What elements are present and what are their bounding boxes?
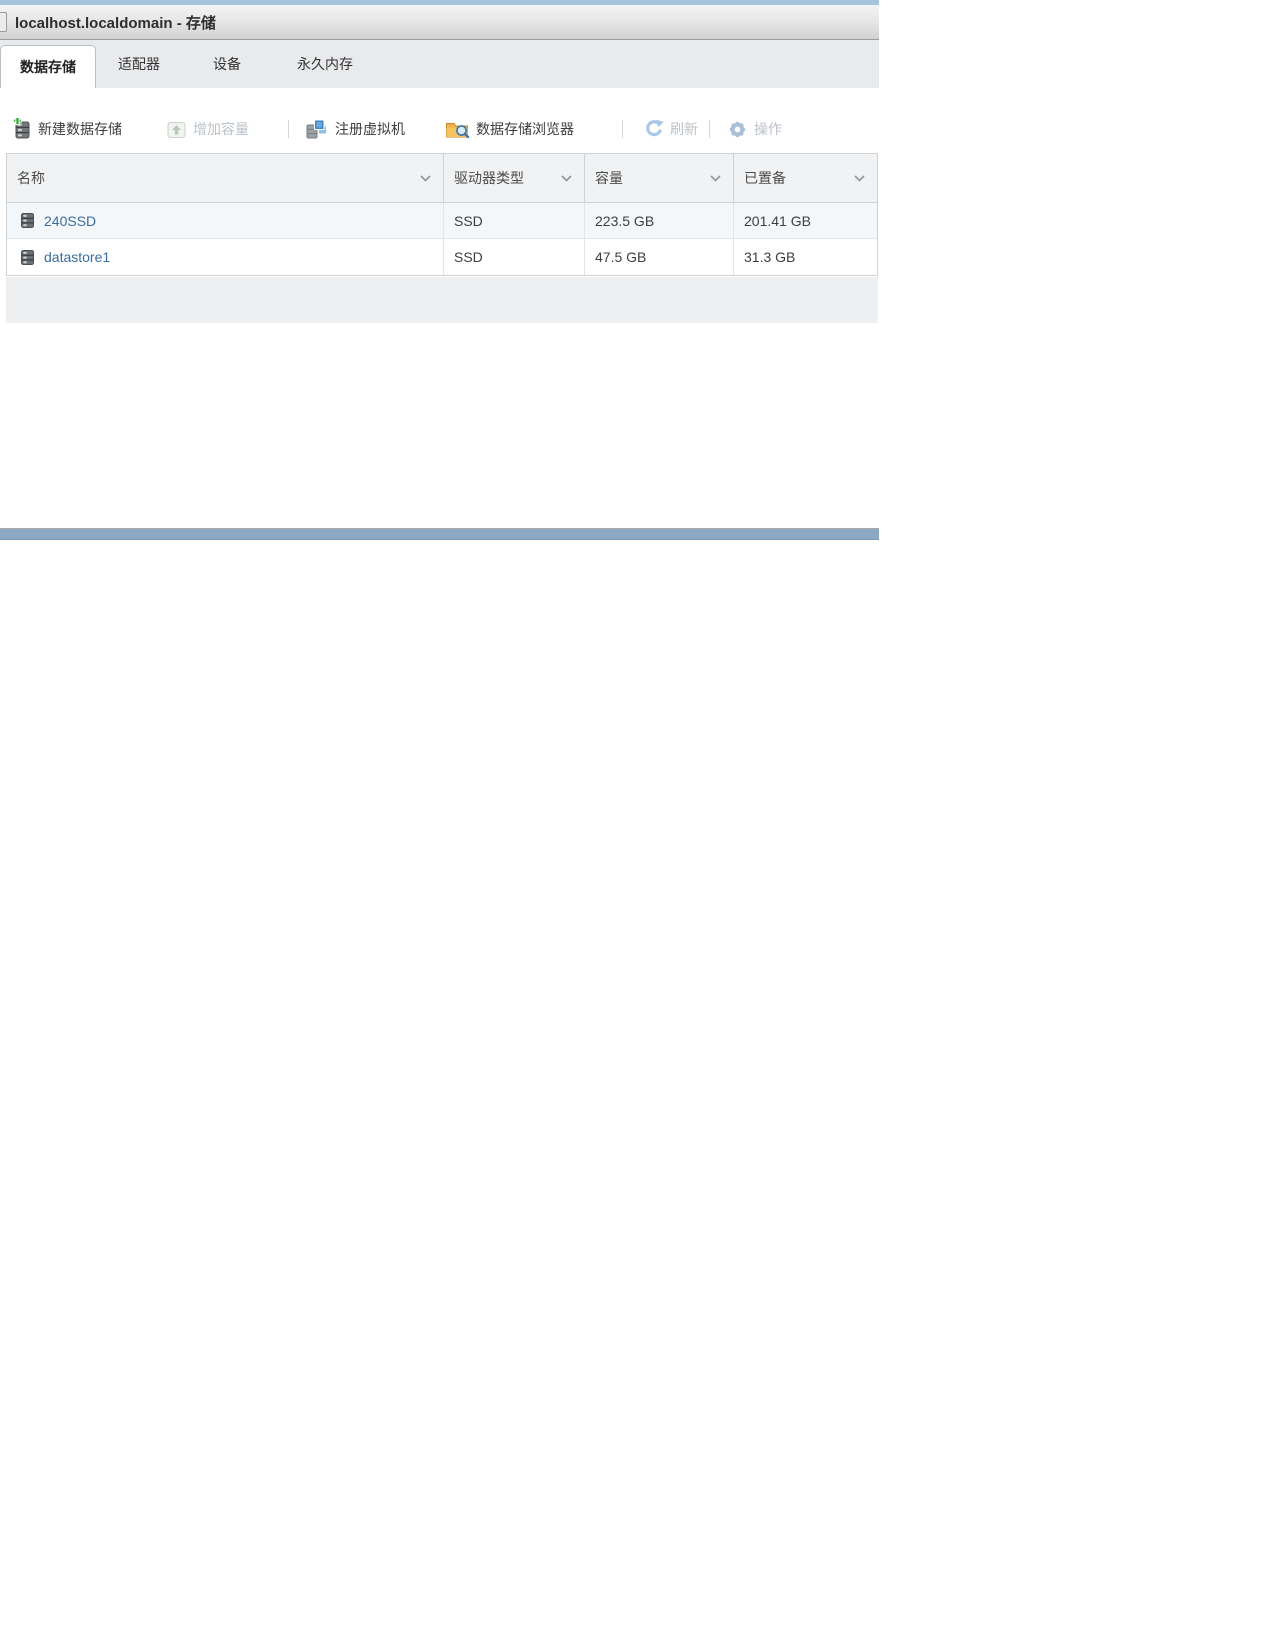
datastore-icon bbox=[19, 249, 36, 266]
toolbar-button-label: 注册虚拟机 bbox=[335, 121, 405, 137]
column-header-capacity[interactable]: 容量 bbox=[585, 154, 734, 202]
drive-type-cell: SSD bbox=[444, 203, 585, 238]
datastore-link[interactable]: 240SSD bbox=[44, 213, 96, 229]
table-row[interactable]: 240SSD SSD 223.5 GB 201.41 GB bbox=[7, 203, 877, 239]
tab-persistent-memory[interactable]: 永久内存 bbox=[297, 40, 353, 88]
table-header-row: 名称 驱动器类型 容量 已置备 bbox=[7, 154, 877, 203]
tab-label: 数据存储 bbox=[20, 59, 76, 75]
toolbar-button-label: 操作 bbox=[754, 121, 782, 137]
chevron-down-icon[interactable] bbox=[561, 174, 572, 182]
chevron-down-icon[interactable] bbox=[854, 174, 865, 182]
new-datastore-icon bbox=[10, 118, 32, 140]
provisioned-cell: 201.41 GB bbox=[744, 212, 811, 229]
new-datastore-button[interactable]: 新建数据存储 bbox=[10, 112, 122, 146]
refresh-button[interactable]: 刷新 bbox=[644, 112, 698, 146]
panel-splitter[interactable] bbox=[0, 528, 879, 540]
column-header-drive-type[interactable]: 驱动器类型 bbox=[444, 154, 585, 202]
tab-label: 适配器 bbox=[118, 56, 160, 72]
drive-type-cell: SSD bbox=[444, 239, 585, 275]
chevron-down-icon[interactable] bbox=[420, 174, 431, 182]
capacity-cell: 223.5 GB bbox=[585, 203, 734, 238]
esxi-storage-screen: localhost.localdomain - 存储 数据存储 适配器 设备 永… bbox=[0, 0, 1279, 1643]
register-vm-icon bbox=[305, 118, 329, 140]
datastore-browser-button[interactable]: 数据存储浏览器 bbox=[445, 112, 574, 146]
column-header-provisioned[interactable]: 已置备 bbox=[734, 154, 877, 202]
toolbar-button-label: 数据存储浏览器 bbox=[476, 121, 574, 137]
tab-label: 设备 bbox=[213, 56, 241, 72]
toolbar-separator bbox=[288, 120, 289, 138]
column-label: 容量 bbox=[595, 170, 623, 186]
actions-button[interactable]: 操作 bbox=[727, 112, 782, 146]
titlebar: localhost.localdomain - 存储 bbox=[0, 5, 879, 40]
refresh-icon bbox=[644, 119, 664, 139]
datastore-link[interactable]: datastore1 bbox=[44, 249, 110, 265]
tab-devices[interactable]: 设备 bbox=[213, 40, 241, 88]
datastores-table: 名称 驱动器类型 容量 已置备 240SSD SSD 223.5 GB 201.… bbox=[6, 153, 878, 276]
tab-bar: 数据存储 适配器 设备 永久内存 bbox=[0, 40, 879, 88]
toolbar-button-label: 刷新 bbox=[670, 121, 698, 137]
gear-icon bbox=[727, 119, 748, 140]
datastore-icon bbox=[19, 212, 36, 229]
toolbar-separator bbox=[622, 120, 623, 138]
provisioned-cell: 31.3 GB bbox=[744, 249, 796, 265]
column-label: 已置备 bbox=[744, 170, 786, 186]
table-row[interactable]: datastore1 SSD 47.5 GB 31.3 GB bbox=[7, 239, 877, 275]
capacity-cell: 47.5 GB bbox=[585, 239, 734, 275]
tab-adapters[interactable]: 适配器 bbox=[118, 40, 160, 88]
tab-datastores[interactable]: 数据存储 bbox=[0, 45, 96, 88]
host-icon bbox=[0, 12, 7, 32]
increase-capacity-button[interactable]: 增加容量 bbox=[166, 112, 249, 146]
window-title: localhost.localdomain - 存储 bbox=[15, 14, 216, 32]
increase-capacity-icon bbox=[166, 119, 187, 140]
toolbar-button-label: 增加容量 bbox=[193, 121, 249, 137]
chevron-down-icon[interactable] bbox=[710, 174, 721, 182]
column-label: 名称 bbox=[17, 170, 45, 186]
toolbar-separator bbox=[709, 120, 710, 138]
datastore-browser-icon bbox=[445, 119, 470, 140]
table-footer bbox=[6, 277, 878, 323]
toolbar-button-label: 新建数据存储 bbox=[38, 121, 122, 137]
column-header-name[interactable]: 名称 bbox=[7, 154, 444, 202]
register-vm-button[interactable]: 注册虚拟机 bbox=[305, 112, 405, 146]
column-label: 驱动器类型 bbox=[454, 170, 524, 186]
tab-label: 永久内存 bbox=[297, 56, 353, 72]
